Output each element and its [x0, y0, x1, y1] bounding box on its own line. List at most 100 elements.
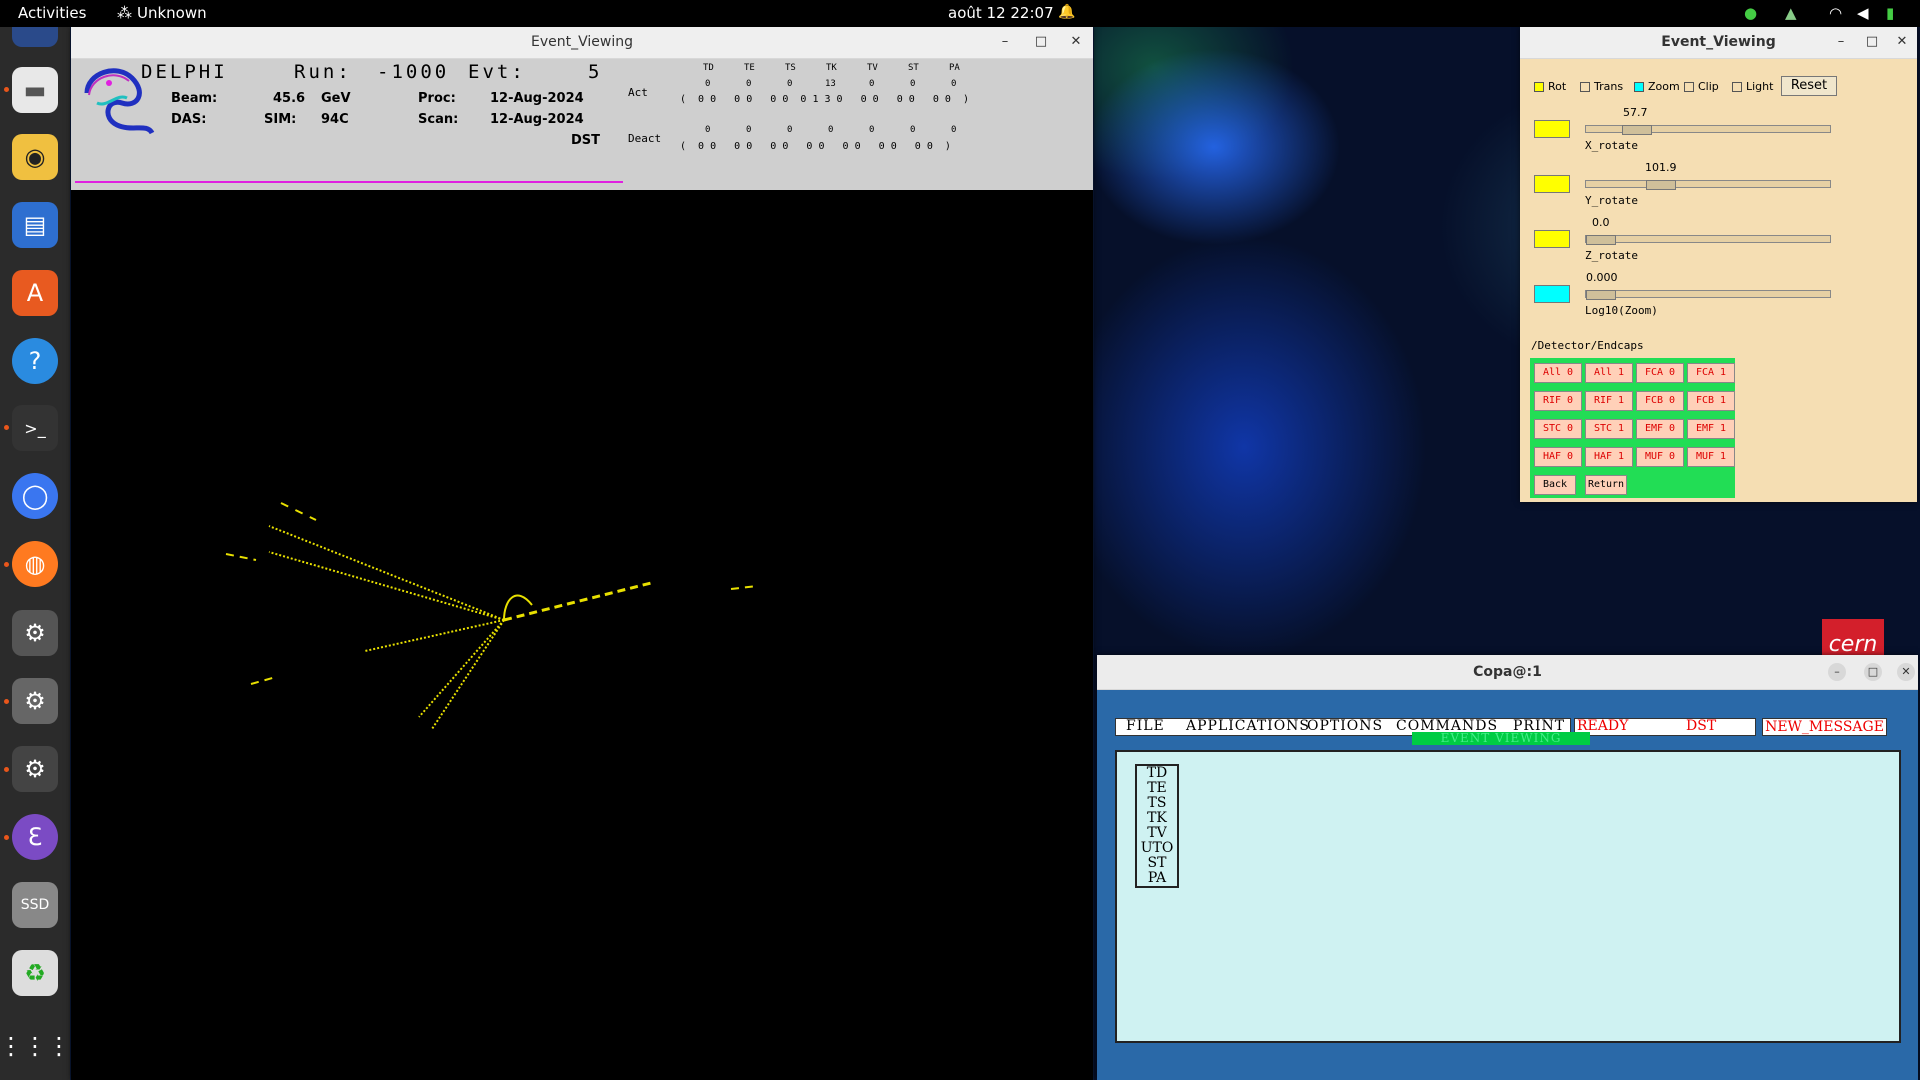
app-menu-label[interactable]: Unknown	[137, 4, 207, 22]
list-item[interactable]: UTO	[1137, 841, 1177, 856]
writer-icon[interactable]: ▤	[12, 202, 58, 248]
fcb-1-button[interactable]: FCB 1	[1687, 391, 1735, 411]
das-label: DAS:	[171, 112, 207, 127]
app-center-icon[interactable]: A	[12, 270, 58, 316]
zoom-thumb[interactable]	[1586, 290, 1616, 300]
signal-icon[interactable]: ◯	[12, 473, 58, 519]
dock-item-partial[interactable]	[12, 27, 58, 47]
list-item[interactable]: TV	[1137, 826, 1177, 841]
list-item[interactable]: TK	[1137, 811, 1177, 826]
deact-tk: 0	[828, 125, 834, 135]
zoom-label: Log10(Zoom)	[1585, 304, 1658, 317]
wifi-icon[interactable]: ◠	[1829, 4, 1842, 22]
muf-0-button[interactable]: MUF 0	[1636, 447, 1684, 467]
back-button[interactable]: Back	[1534, 475, 1576, 495]
rif-1-button[interactable]: RIF 1	[1585, 391, 1633, 411]
stc-1-button[interactable]: STC 1	[1585, 419, 1633, 439]
title-bar[interactable]: Event_Viewing – □ ✕	[71, 27, 1093, 59]
close-icon[interactable]: ✕	[1067, 33, 1085, 51]
z-rotate-thumb[interactable]	[1586, 235, 1616, 245]
haf-0-button[interactable]: HAF 0	[1534, 447, 1582, 467]
menu-options[interactable]: OPTIONS	[1307, 718, 1383, 734]
terminal-icon[interactable]: >_	[12, 405, 58, 451]
fca-1-button[interactable]: FCA 1	[1687, 363, 1735, 383]
z-rotate-slider[interactable]	[1585, 235, 1831, 245]
help-icon[interactable]: ?	[12, 338, 58, 384]
firefox-icon[interactable]: ◍	[12, 541, 58, 587]
close-icon[interactable]: ✕	[1893, 33, 1911, 51]
y-rotate-slider[interactable]	[1585, 180, 1831, 190]
menu-file[interactable]: FILE	[1126, 718, 1165, 734]
act-te: 0	[746, 79, 752, 89]
activities-button[interactable]: Activities	[18, 4, 86, 22]
evt-value: 5	[588, 61, 603, 83]
clip-checkbox[interactable]: Clip	[1684, 80, 1719, 93]
event-display-canvas[interactable]	[71, 190, 1093, 1080]
vpn-icon[interactable]: ▲	[1785, 4, 1797, 22]
emf-0-button[interactable]: EMF 0	[1636, 419, 1684, 439]
menu-applications[interactable]: APPLICATIONS	[1186, 718, 1310, 734]
light-checkbox[interactable]: Light	[1732, 80, 1773, 93]
active-app-tag[interactable]: EVENT VIEWING	[1412, 732, 1590, 745]
y-rotate-label: Y_rotate	[1585, 194, 1638, 207]
title-bar[interactable]: Copa@:1 – □ ✕	[1097, 655, 1918, 690]
minimize-icon[interactable]: –	[996, 33, 1014, 51]
minimize-icon[interactable]: –	[1832, 33, 1850, 51]
ssd-drive-icon[interactable]: SSD	[12, 882, 58, 928]
title-bar[interactable]: Event_Viewing – □ ✕	[1520, 27, 1917, 59]
maximize-icon[interactable]: □	[1864, 663, 1882, 681]
maximize-icon[interactable]: □	[1032, 33, 1050, 51]
all-0-button[interactable]: All 0	[1534, 363, 1582, 383]
copa-main-panel: TD TE TS TK TV UTO ST PA	[1115, 750, 1901, 1043]
x-rotate-thumb[interactable]	[1622, 125, 1652, 135]
shield-icon[interactable]: ●	[1744, 4, 1757, 22]
new-message-button[interactable]: NEW_MESSAGE	[1762, 718, 1887, 736]
battery-icon[interactable]: ▮	[1886, 4, 1894, 22]
all-1-button[interactable]: All 1	[1585, 363, 1633, 383]
x-rotate-slider[interactable]	[1585, 125, 1831, 135]
files-icon[interactable]: ▬	[12, 67, 58, 113]
maximize-icon[interactable]: □	[1863, 33, 1881, 51]
minimize-icon[interactable]: –	[1828, 663, 1846, 681]
stc-0-button[interactable]: STC 0	[1534, 419, 1582, 439]
settings-icon-3[interactable]: ⚙	[12, 746, 58, 792]
haf-1-button[interactable]: HAF 1	[1585, 447, 1633, 467]
emacs-icon[interactable]: ℇ	[12, 814, 58, 860]
list-item[interactable]: ST	[1137, 856, 1177, 871]
volume-icon[interactable]: ◀	[1857, 4, 1869, 22]
fca-0-button[interactable]: FCA 0	[1636, 363, 1684, 383]
header-divider	[75, 181, 623, 183]
reset-button[interactable]: Reset	[1781, 76, 1837, 96]
event-viewing-main-window: Event_Viewing – □ ✕ DELPHI Run: -1000 Ev…	[71, 27, 1093, 1080]
deact-label: Deact	[628, 132, 662, 145]
rot-checkbox[interactable]: Rot	[1534, 80, 1566, 93]
y-rotate-thumb[interactable]	[1646, 180, 1676, 190]
status-mode: DST	[1686, 718, 1717, 734]
settings-icon-1[interactable]: ⚙	[12, 610, 58, 656]
bell-icon[interactable]: 🔔	[1058, 4, 1075, 20]
trans-checkbox[interactable]: Trans	[1580, 80, 1623, 93]
close-icon[interactable]: ✕	[1897, 663, 1915, 681]
deact-td: 0	[705, 125, 711, 135]
x-rotate-value: 57.7	[1623, 106, 1648, 119]
list-item[interactable]: TE	[1137, 781, 1177, 796]
return-button[interactable]: Return	[1585, 475, 1627, 495]
show-apps-icon[interactable]: ⋮⋮⋮	[0, 1023, 71, 1069]
zoom-slider[interactable]	[1585, 290, 1831, 300]
trash-icon[interactable]: ♻	[12, 950, 58, 996]
light-label: Light	[1746, 80, 1774, 93]
fcb-0-button[interactable]: FCB 0	[1636, 391, 1684, 411]
deact-te: 0	[746, 125, 752, 135]
clock[interactable]: août 12 22:07	[948, 4, 1054, 22]
muf-1-button[interactable]: MUF 1	[1687, 447, 1735, 467]
list-item[interactable]: TS	[1137, 796, 1177, 811]
rhythmbox-icon[interactable]: ◉	[12, 134, 58, 180]
zoom-checkbox[interactable]: Zoom	[1634, 80, 1680, 93]
list-item[interactable]: TD	[1137, 766, 1177, 781]
rif-0-button[interactable]: RIF 0	[1534, 391, 1582, 411]
emf-1-button[interactable]: EMF 1	[1687, 419, 1735, 439]
settings-icon-2[interactable]: ⚙	[12, 678, 58, 724]
app-menu-icon[interactable]: ⁂	[117, 4, 132, 22]
list-item[interactable]: PA	[1137, 871, 1177, 886]
dst-label: DST	[571, 133, 601, 148]
